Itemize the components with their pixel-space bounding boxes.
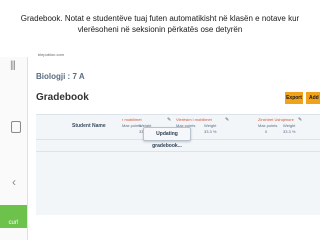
student-name-header: Student Name <box>72 123 106 129</box>
chevron-left-icon[interactable]: ‹ <box>12 176 16 188</box>
screenshot-frame: blepublon.com ||| ‹ cur! Biologji : 7 A … <box>0 52 320 240</box>
assignment-2-title[interactable]: Vlerësim i mobilimet <box>176 117 212 122</box>
course-title: Biologji : 7 A <box>36 72 85 81</box>
export-button[interactable]: Export <box>285 92 303 104</box>
assignment-3-max-value: 0 <box>265 129 268 134</box>
sidebar-green-label: cur! <box>8 220 19 226</box>
menu-icon[interactable]: ||| <box>10 61 16 71</box>
caption: Gradebook. Notat e studentëve tuaj futen… <box>0 13 320 35</box>
assignment-2-weight-value: 33.3 % <box>204 129 217 134</box>
left-sidebar: ||| ‹ cur! <box>0 57 28 240</box>
caption-line-2: vlerësoheni në seksionin përkatës ose de… <box>77 25 243 34</box>
assignment-3-weight-label: Weight <box>283 123 296 128</box>
pencil-icon[interactable]: ✎ <box>225 117 229 123</box>
square-icon[interactable] <box>11 121 21 133</box>
assignment-2-weight-label: Weight <box>204 123 217 128</box>
sidebar-green-button[interactable]: cur! <box>0 205 27 228</box>
url-text: blepublon.com <box>38 52 65 57</box>
pencil-icon[interactable]: ✎ <box>167 117 171 123</box>
caption-line-1: Gradebook. Notat e studentëve tuaj futen… <box>20 14 300 23</box>
add-button[interactable]: Add N <box>306 92 320 104</box>
assignment-3-title[interactable]: Zinxhiret Ushqimore <box>258 117 294 122</box>
updating-toast: Updating gradebook... <box>143 127 191 149</box>
assignment-1-title[interactable]: r mobilimet <box>122 117 142 122</box>
assignment-3-weight-value: 33.3 % <box>283 129 296 134</box>
assignment-3-max-label: Max points <box>258 123 278 128</box>
page-title: Gradebook <box>36 92 89 103</box>
pencil-icon[interactable]: ✎ <box>298 117 302 123</box>
